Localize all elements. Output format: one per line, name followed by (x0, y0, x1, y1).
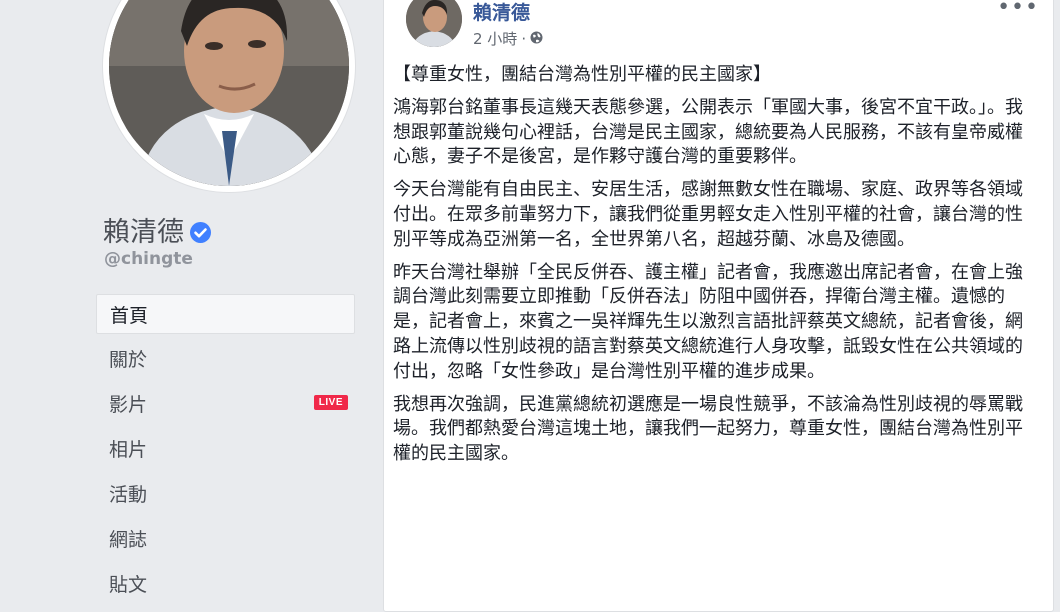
avatar-illustration (406, 0, 462, 47)
nav-item-videos[interactable]: 影片 LIVE (96, 381, 355, 426)
post-paragraph: 鴻海郭台銘董事長這幾天表態參選，公開表示「軍國大事，後宮不宜干政。」。我想跟郭董… (393, 96, 1023, 168)
nav-item-label: 網誌 (109, 529, 148, 551)
post-body: 【尊重女性，團結台灣為性別平權的民主國家】 鴻海郭台銘董事長這幾天表態參選，公開… (393, 63, 1039, 475)
post-title: 【尊重女性，團結台灣為性別平權的民主國家】 (393, 64, 771, 85)
post-author-avatar[interactable] (406, 0, 462, 47)
post-paragraph: 我想再次強調，民進黨總統初選應是一場良性競爭，不該淪為性別歧視的辱罵戰場。我們都… (393, 393, 1023, 465)
profile-picture[interactable] (109, 0, 349, 186)
nav-item-label: 首頁 (110, 304, 149, 327)
more-options-icon[interactable]: ••• (997, 0, 1039, 20)
post-author-name[interactable]: 賴清德 (473, 0, 530, 25)
post-timestamp[interactable]: 2 小時 (473, 28, 517, 49)
nav-item-events[interactable]: 活動 (96, 471, 355, 516)
nav-item-notes[interactable]: 網誌 (96, 516, 355, 561)
globe-icon (530, 30, 543, 48)
nav-item-about[interactable]: 關於 (96, 336, 355, 381)
nav-item-posts[interactable]: 貼文 (96, 561, 355, 606)
nav-item-label: 相片 (109, 439, 148, 461)
profile-photo-illustration (109, 0, 349, 186)
verified-check-icon (190, 219, 211, 243)
post-meta: 2 小時 · (473, 28, 543, 49)
nav-item-label: 活動 (109, 484, 148, 506)
nav-item-home[interactable]: 首頁 (96, 294, 355, 334)
profile-picture-frame[interactable] (103, 0, 355, 192)
page-nav: 首頁 關於 影片 LIVE 相片 活動 網誌 貼文 (96, 294, 355, 606)
nav-item-label: 影片 (109, 394, 148, 416)
page-name-text[interactable]: 賴清德 (103, 210, 184, 249)
post-card: 賴清德 2 小時 · ••• 【尊重女性，團結台灣為性別平權的民主國家】 鴻海郭… (383, 0, 1054, 612)
page-sidebar: 賴清德 @chingte 首頁 關於 影片 LIVE 相片 活動 網誌 貼文 (0, 0, 372, 596)
live-badge: LIVE (313, 395, 348, 410)
meta-separator: · (521, 29, 527, 48)
nav-item-label: 貼文 (109, 574, 148, 596)
page-handle[interactable]: @chingte (104, 249, 193, 269)
nav-item-label: 關於 (109, 349, 148, 371)
page-name[interactable]: 賴清德 (103, 210, 211, 249)
post-paragraph: 昨天台灣社舉辦「全民反併吞、護主權」記者會，我應邀出席記者會，在會上強調台灣此刻… (393, 261, 1023, 382)
post-paragraph: 今天台灣能有自由民主、安居生活，感謝無數女性在職場、家庭、政界等各領域付出。在眾… (393, 179, 1023, 250)
nav-item-photos[interactable]: 相片 (96, 426, 355, 471)
